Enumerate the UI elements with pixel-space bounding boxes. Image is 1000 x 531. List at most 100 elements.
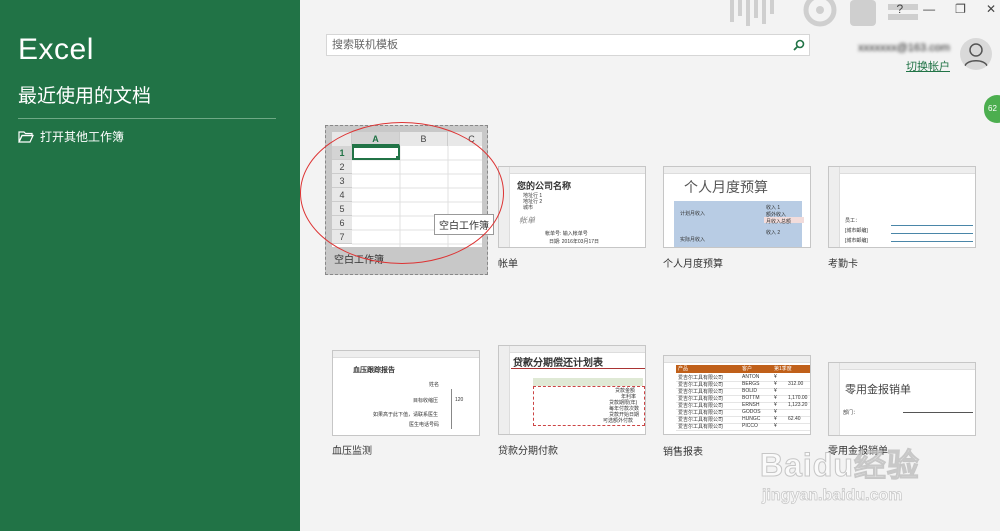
restore-button[interactable]: ❐ bbox=[955, 2, 966, 16]
sales-currency: ¥ bbox=[774, 423, 777, 429]
template-thumbnail: 零用金报销单 部门： bbox=[828, 362, 976, 436]
sales-currency: ¥ bbox=[774, 395, 777, 401]
sales-currency: ¥ bbox=[774, 416, 777, 422]
recent-documents-title: 最近使用的文档 bbox=[18, 86, 152, 107]
sales-customer: HUNGC bbox=[742, 416, 761, 422]
folder-open-icon bbox=[18, 130, 34, 143]
template-label: 帐单 bbox=[498, 259, 518, 270]
help-button[interactable]: ? bbox=[896, 2, 903, 16]
sales-header: 产品 bbox=[678, 366, 689, 372]
sales-product: 爱吉尔工具有限公司 bbox=[678, 410, 724, 416]
loan-title: 贷款分期偿还计划表 bbox=[513, 358, 603, 369]
template-thumbnail: 您的公司名称 地址行 1 地址行 2 城市 帐单 帐单号: 输入帐单号 日期: … bbox=[498, 166, 646, 248]
grid-row-header: 3 bbox=[332, 174, 352, 188]
invoice-date-label: 日期: bbox=[549, 239, 561, 245]
bp-name-label: 姓名 bbox=[429, 382, 440, 388]
budget-title: 个人月度预算 bbox=[684, 179, 768, 195]
budget-total-income: 月收入总额 bbox=[766, 219, 792, 225]
template-label: 销售报表 bbox=[663, 447, 703, 458]
sales-product: 爱吉尔工具有限公司 bbox=[678, 417, 724, 423]
sales-currency: ¥ bbox=[774, 388, 777, 394]
sales-amount: 1,123.20 bbox=[788, 402, 808, 408]
grid-corner bbox=[332, 132, 352, 146]
sales-product: 爱吉尔工具有限公司 bbox=[678, 375, 724, 381]
grid-col-header: C bbox=[448, 132, 482, 146]
sales-customer: BOLID bbox=[742, 388, 758, 394]
tooltip: 空白工作簿 bbox=[434, 214, 494, 235]
template-label: 血压监测 bbox=[332, 446, 372, 457]
open-other-workbooks-button[interactable]: 打开其他工作簿 bbox=[18, 128, 124, 145]
grid-row-header: 7 bbox=[332, 230, 352, 244]
grid-row-header: 6 bbox=[332, 216, 352, 230]
window-controls: ? — ❐ ✕ bbox=[896, 2, 996, 16]
budget-extra-income: 额外收入 bbox=[766, 212, 787, 218]
sidebar: Excel 最近使用的文档 打开其他工作簿 bbox=[0, 0, 300, 531]
template-thumbnail: 个人月度预算 计划月收入 实际月收入 收入 1 额外收入 月收入总额 收入 2 bbox=[663, 166, 811, 248]
sidebar-divider bbox=[18, 118, 276, 119]
bp-note-1: 如果高于此下值，请联系医生 bbox=[373, 412, 439, 418]
grid-col-header: A bbox=[352, 132, 400, 146]
sales-amount: 62.40 bbox=[788, 416, 801, 422]
attendance-note: [城市邮编] bbox=[845, 238, 868, 244]
template-search-input[interactable] bbox=[327, 38, 789, 52]
budget-planned-income: 计划月收入 bbox=[680, 211, 706, 217]
budget-actual-income: 实际月收入 bbox=[680, 237, 706, 243]
grid-row-header: 5 bbox=[332, 202, 352, 216]
budget-income-1: 收入 1 bbox=[766, 205, 781, 211]
budget-income-2: 收入 2 bbox=[766, 230, 781, 236]
invoice-date: 2016年03月17日 bbox=[561, 239, 600, 245]
sales-product: 爱吉尔工具有限公司 bbox=[678, 403, 724, 409]
template-blank-workbook[interactable]: A B C 1 2 3 4 5 6 7 空白工作簿 空白工作簿 bbox=[325, 125, 494, 275]
bp-target-systolic: 目标收缩压 bbox=[413, 398, 439, 404]
petty-cash-field: 部门： bbox=[843, 410, 859, 416]
bp-note-2: 医生电话号码 bbox=[409, 422, 440, 428]
petty-cash-title: 零用金报销单 bbox=[845, 384, 911, 396]
sales-product: 爱吉尔工具有限公司 bbox=[678, 389, 724, 395]
sales-customer: GODOS bbox=[742, 409, 761, 415]
template-search-box bbox=[326, 34, 810, 56]
template-label: 个人月度预算 bbox=[663, 259, 723, 270]
grid-row-header: 2 bbox=[332, 160, 352, 174]
template-thumbnail: 员工： [城市邮编] [城市邮编] bbox=[828, 166, 976, 248]
sales-currency: ¥ bbox=[774, 374, 777, 380]
invoice-city: 城市 bbox=[523, 205, 534, 211]
invoice-bill-to: 帐单 bbox=[519, 216, 535, 225]
close-button[interactable]: ✕ bbox=[986, 2, 996, 16]
template-thumbnail: 贷款分期偿还计划表 贷款金额 年利率 贷款期限(年) 每年付款次数 贷款开始日期… bbox=[498, 345, 646, 435]
grid-row-header: 4 bbox=[332, 188, 352, 202]
template-label: 考勤卡 bbox=[828, 259, 858, 270]
sales-currency: ¥ bbox=[774, 402, 777, 408]
sales-amount: 1,170.00 bbox=[788, 395, 808, 401]
notification-badge[interactable]: 62 bbox=[984, 95, 1000, 123]
table-row: 爱吉尔工具有限公司 PICCO ¥ bbox=[676, 423, 810, 431]
user-icon bbox=[964, 43, 988, 67]
template-label: 零用金报销单 bbox=[828, 446, 888, 457]
search-icon[interactable] bbox=[789, 35, 809, 55]
minimize-button[interactable]: — bbox=[923, 2, 935, 16]
bp-title: 血压跟踪报告 bbox=[353, 367, 395, 374]
sales-amount: 312.00 bbox=[788, 381, 804, 387]
avatar[interactable] bbox=[960, 38, 992, 70]
sales-product: 爱吉尔工具有限公司 bbox=[678, 424, 724, 430]
switch-account-link[interactable]: 切换帐户 bbox=[858, 58, 950, 74]
open-other-workbooks-label: 打开其他工作簿 bbox=[40, 130, 125, 144]
sales-product: 爱吉尔工具有限公司 bbox=[678, 382, 724, 388]
app-name: Excel bbox=[18, 33, 94, 66]
sales-currency: ¥ bbox=[774, 381, 777, 387]
sales-currency: ¥ bbox=[774, 409, 777, 415]
template-thumbnail: 产品 客户 第1季度 爱吉尔工具有限公司 ANTON ¥ 爱吉尔工具有限公司 BERGS… bbox=[663, 355, 811, 435]
invoice-account-no: 输入帐单号 bbox=[562, 231, 588, 237]
grid-col-header: B bbox=[400, 132, 448, 146]
sales-customer: BOTTM bbox=[742, 395, 760, 401]
template-label: 贷款分期付款 bbox=[498, 446, 558, 457]
account-info: xxxxxxx@163.com 切换帐户 bbox=[858, 42, 950, 74]
sales-customer: ERNSH bbox=[742, 402, 760, 408]
invoice-company: 您的公司名称 bbox=[517, 181, 572, 191]
template-thumbnail: 血压跟踪报告 姓名 目标收缩压 120 如果高于此下值，请联系医生 医生电话号码 bbox=[332, 350, 480, 436]
template-label: 空白工作簿 bbox=[334, 255, 384, 266]
grid-row-header: 1 bbox=[332, 146, 352, 160]
attendance-manager: [城市邮编] bbox=[845, 228, 868, 234]
sales-product: 爱吉尔工具有限公司 bbox=[678, 396, 724, 402]
sales-header: 第1季度 bbox=[774, 366, 792, 372]
invoice-account-no-label: 帐单号: bbox=[545, 231, 562, 237]
